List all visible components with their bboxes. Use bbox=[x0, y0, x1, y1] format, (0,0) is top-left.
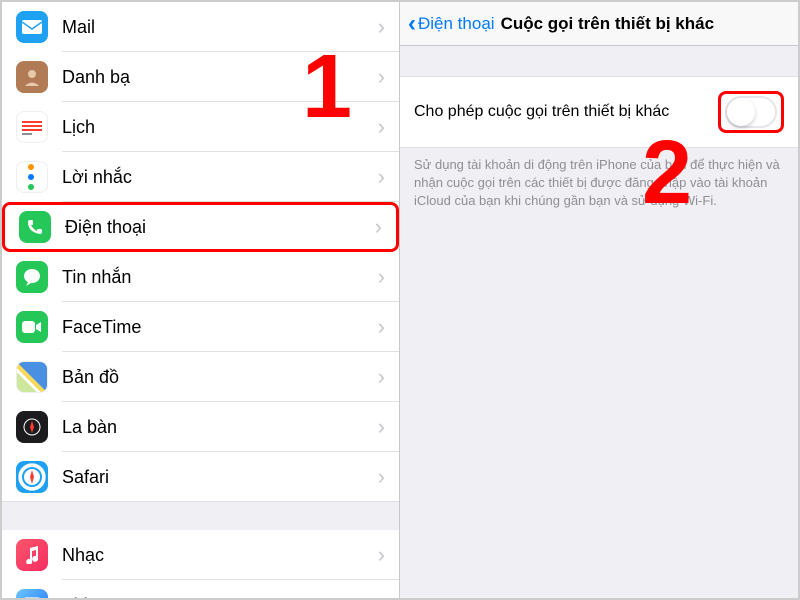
setting-allow-calls-other-devices[interactable]: Cho phép cuộc gọi trên thiết bị khác bbox=[400, 76, 798, 148]
menu-label: Mail bbox=[62, 17, 378, 38]
chevron-right-icon: › bbox=[378, 166, 385, 188]
menu-label: Nhạc bbox=[62, 545, 378, 566]
settings-menu: Mail › Danh bạ › Lịch › bbox=[2, 2, 399, 598]
chevron-right-icon: › bbox=[378, 316, 385, 338]
menu-item-mail[interactable]: Mail › bbox=[2, 2, 399, 52]
menu-item-video[interactable]: Video › bbox=[2, 580, 399, 598]
contacts-icon bbox=[16, 61, 48, 93]
back-button[interactable]: ‹ Điện thoại bbox=[408, 12, 495, 36]
video-icon bbox=[16, 589, 48, 598]
setting-description: Sử dụng tài khoản di động trên iPhone củ… bbox=[400, 148, 798, 219]
mail-icon bbox=[16, 11, 48, 43]
nav-header: ‹ Điện thoại Cuộc gọi trên thiết bị khác bbox=[400, 2, 798, 46]
maps-icon bbox=[16, 361, 48, 393]
menu-item-facetime[interactable]: FaceTime › bbox=[2, 302, 399, 352]
chevron-right-icon: › bbox=[378, 66, 385, 88]
menu-label: Điện thoại bbox=[65, 217, 375, 238]
menu-label: Lịch bbox=[62, 117, 378, 138]
calendar-icon bbox=[16, 111, 48, 143]
menu-item-compass[interactable]: La bàn › bbox=[2, 402, 399, 452]
reminders-icon bbox=[16, 161, 48, 193]
menu-label: Safari bbox=[62, 467, 378, 488]
menu-item-maps[interactable]: Bản đồ › bbox=[2, 352, 399, 402]
detail-content: Cho phép cuộc gọi trên thiết bị khác Sử … bbox=[400, 46, 798, 219]
back-label: Điện thoại bbox=[418, 14, 495, 34]
screenshot-container: Mail › Danh bạ › Lịch › bbox=[0, 0, 800, 600]
settings-list-pane: Mail › Danh bạ › Lịch › bbox=[2, 2, 400, 598]
menu-label: Lời nhắc bbox=[62, 167, 378, 188]
menu-label: FaceTime bbox=[62, 317, 378, 338]
toggle-switch[interactable] bbox=[725, 96, 777, 128]
chevron-right-icon: › bbox=[378, 466, 385, 488]
chevron-right-icon: › bbox=[375, 216, 382, 238]
menu-item-calendar[interactable]: Lịch › bbox=[2, 102, 399, 152]
menu-item-music[interactable]: Nhạc › bbox=[2, 530, 399, 580]
menu-label: La bàn bbox=[62, 417, 378, 438]
toggle-highlight bbox=[718, 91, 784, 133]
music-icon bbox=[16, 539, 48, 571]
chevron-left-icon: ‹ bbox=[408, 12, 416, 36]
menu-item-phone[interactable]: Điện thoại › bbox=[2, 202, 399, 252]
menu-item-reminders[interactable]: Lời nhắc › bbox=[2, 152, 399, 202]
facetime-icon bbox=[16, 311, 48, 343]
safari-icon bbox=[16, 461, 48, 493]
menu-item-safari[interactable]: Safari › bbox=[2, 452, 399, 502]
chevron-right-icon: › bbox=[378, 594, 385, 598]
chevron-right-icon: › bbox=[378, 116, 385, 138]
section-gap bbox=[2, 502, 399, 530]
compass-icon bbox=[16, 411, 48, 443]
menu-label: Bản đồ bbox=[62, 367, 378, 388]
setting-label: Cho phép cuộc gọi trên thiết bị khác bbox=[414, 103, 718, 121]
menu-label: Danh bạ bbox=[62, 67, 378, 88]
messages-icon bbox=[16, 261, 48, 293]
menu-label: Video bbox=[62, 595, 378, 599]
chevron-right-icon: › bbox=[378, 266, 385, 288]
menu-item-messages[interactable]: Tin nhắn › bbox=[2, 252, 399, 302]
chevron-right-icon: › bbox=[378, 544, 385, 566]
chevron-right-icon: › bbox=[378, 16, 385, 38]
chevron-right-icon: › bbox=[378, 366, 385, 388]
menu-label: Tin nhắn bbox=[62, 267, 378, 288]
chevron-right-icon: › bbox=[378, 416, 385, 438]
phone-icon bbox=[19, 211, 51, 243]
toggle-knob bbox=[727, 98, 755, 126]
menu-item-contacts[interactable]: Danh bạ › bbox=[2, 52, 399, 102]
detail-pane: ‹ Điện thoại Cuộc gọi trên thiết bị khác… bbox=[400, 2, 798, 598]
nav-title: Cuộc gọi trên thiết bị khác bbox=[501, 14, 714, 34]
